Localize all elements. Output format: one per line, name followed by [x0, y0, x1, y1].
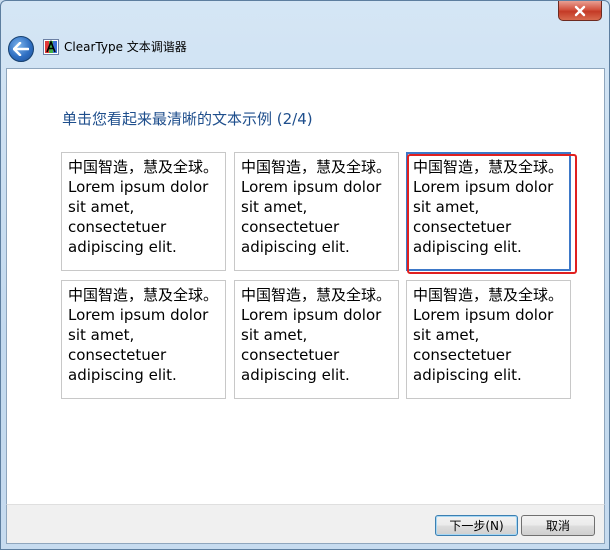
sample-text-line: consectetuer	[241, 218, 340, 236]
sample-text-line: consectetuer	[413, 346, 512, 364]
text-sample-5[interactable]: 中国智造，慧及全球。 Lorem ipsum dolor sit amet, cons…	[234, 280, 399, 399]
cleartype-tuner-window: ClearType 文本调谐器 单击您看起来最清晰的文本示例 (2/4) 中国智…	[0, 0, 610, 550]
text-sample-6[interactable]: 中国智造，慧及全球。 Lorem ipsum dolor sit amet, cons…	[406, 280, 571, 399]
sample-text-line: sit amet,	[241, 198, 308, 216]
sample-text-line: Lorem ipsum dolor	[413, 306, 554, 324]
text-sample-1[interactable]: 中国智造，慧及全球。 Lorem ipsum dolor sit amet, cons…	[61, 152, 226, 271]
sample-text-line: sit amet,	[413, 326, 480, 344]
sample-text-line: 中国智造，慧及全球。	[413, 286, 564, 304]
sample-text-line: 中国智造，慧及全球。	[241, 158, 392, 176]
sample-text-line: Lorem ipsum dolor	[68, 306, 209, 324]
footer-bar: 下一步(N) 取消	[6, 504, 605, 544]
content-panel: 单击您看起来最清晰的文本示例 (2/4) 中国智造，慧及全球。 Lorem ips…	[6, 68, 605, 504]
sample-text-line: 中国智造，慧及全球。	[68, 158, 219, 176]
sample-text-line: adipiscing elit.	[241, 366, 350, 384]
sample-text-line: sit amet,	[68, 198, 135, 216]
sample-text-line: Lorem ipsum dolor	[241, 178, 382, 196]
back-button[interactable]	[8, 36, 34, 62]
sample-text-line: sit amet,	[241, 326, 308, 344]
next-button[interactable]: 下一步(N)	[435, 515, 518, 536]
sample-text-line: adipiscing elit.	[413, 238, 522, 256]
sample-text-line: consectetuer	[241, 346, 340, 364]
sample-text-line: adipiscing elit.	[68, 366, 177, 384]
sample-text-line: consectetuer	[413, 218, 512, 236]
back-arrow-icon	[13, 42, 29, 56]
sample-text-line: Lorem ipsum dolor	[413, 178, 554, 196]
sample-text-line: 中国智造，慧及全球。	[68, 286, 219, 304]
sample-text-line: adipiscing elit.	[413, 366, 522, 384]
text-sample-2[interactable]: 中国智造，慧及全球。 Lorem ipsum dolor sit amet, cons…	[234, 152, 399, 271]
cleartype-icon	[43, 39, 59, 55]
cancel-button[interactable]: 取消	[521, 515, 595, 536]
sample-text-line: adipiscing elit.	[241, 238, 350, 256]
text-sample-3[interactable]: 中国智造，慧及全球。 Lorem ipsum dolor sit amet, cons…	[406, 152, 571, 271]
page-heading: 单击您看起来最清晰的文本示例 (2/4)	[62, 110, 313, 128]
sample-text-line: sit amet,	[68, 326, 135, 344]
sample-text-line: Lorem ipsum dolor	[241, 306, 382, 324]
text-sample-4[interactable]: 中国智造，慧及全球。 Lorem ipsum dolor sit amet, cons…	[61, 280, 226, 399]
close-button[interactable]	[558, 1, 602, 21]
sample-text-line: 中国智造，慧及全球。	[241, 286, 392, 304]
close-icon	[574, 5, 586, 16]
sample-text-line: consectetuer	[68, 346, 167, 364]
sample-text-line: 中国智造，慧及全球。	[413, 158, 564, 176]
sample-text-line: Lorem ipsum dolor	[68, 178, 209, 196]
sample-text-line: adipiscing elit.	[68, 238, 177, 256]
sample-text-line: sit amet,	[413, 198, 480, 216]
sample-text-line: consectetuer	[68, 218, 167, 236]
window-title: ClearType 文本调谐器	[64, 40, 187, 54]
